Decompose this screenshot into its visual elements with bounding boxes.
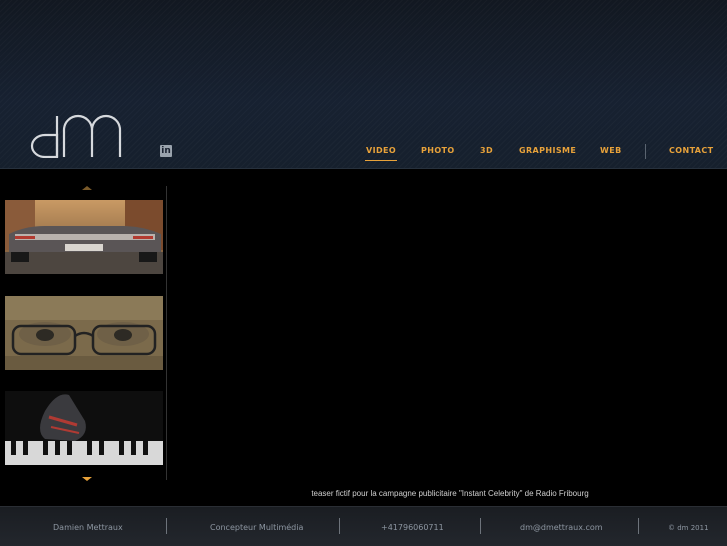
footer-copyright: © dm 2011 [668, 524, 709, 532]
footer-email[interactable]: dm@dmettraux.com [520, 523, 603, 532]
scroll-up-icon[interactable] [82, 186, 92, 190]
shoe-thumbnail[interactable] [5, 391, 163, 465]
car-thumbnail[interactable] [5, 200, 163, 274]
footer-divider [166, 518, 167, 534]
nav-3d[interactable]: 3D [480, 146, 493, 155]
footer-role: Concepteur Multimédia [210, 523, 304, 532]
site-header: in VIDEO PHOTO 3D GRAPHISME WEB CONTACT [0, 0, 727, 169]
footer-phone[interactable]: +41796060711 [381, 523, 444, 532]
scroll-down-icon[interactable] [82, 477, 92, 481]
footer-divider [638, 518, 639, 534]
footer-name: Damien Mettraux [53, 523, 123, 532]
footer-divider [480, 518, 481, 534]
dm-logo[interactable] [30, 114, 132, 158]
nav-video[interactable]: VIDEO [364, 146, 398, 161]
nav-photo[interactable]: PHOTO [421, 146, 455, 155]
linkedin-icon[interactable]: in [160, 145, 172, 157]
nav-divider [645, 144, 646, 159]
glasses-thumbnail[interactable] [5, 296, 163, 370]
video-caption: teaser fictif pour la campagne publicita… [311, 489, 589, 498]
footer-divider [339, 518, 340, 534]
nav-contact[interactable]: CONTACT [669, 146, 714, 155]
nav-web[interactable]: WEB [600, 146, 622, 155]
site-footer: Damien Mettraux Concepteur Multimédia +4… [0, 506, 727, 546]
nav-graphisme[interactable]: GRAPHISME [519, 146, 576, 155]
